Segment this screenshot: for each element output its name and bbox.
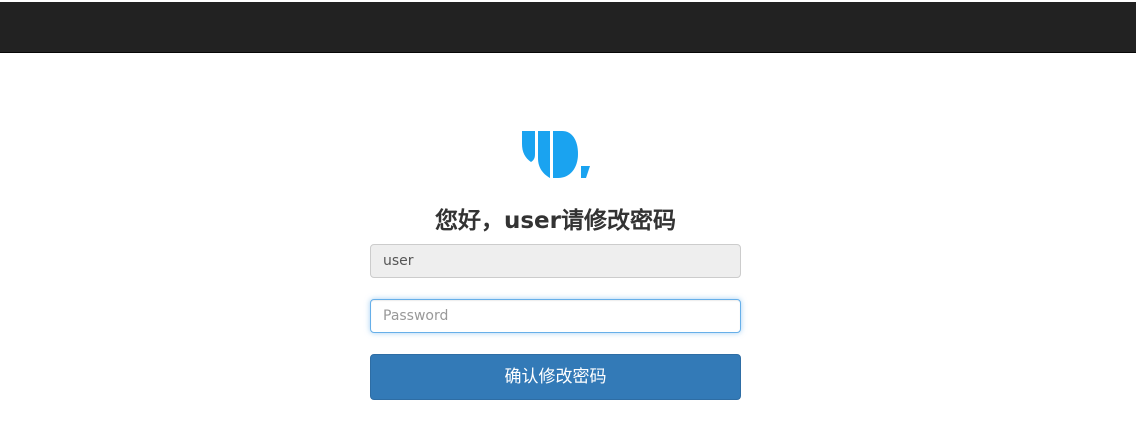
password-field[interactable] xyxy=(370,299,741,333)
brand-logo-icon xyxy=(520,128,592,180)
username-field[interactable] xyxy=(370,244,741,278)
top-navbar xyxy=(0,2,1136,53)
page-title: 您好，user请修改密码 xyxy=(434,208,676,234)
confirm-change-password-button[interactable]: 确认修改密码 xyxy=(370,354,741,400)
